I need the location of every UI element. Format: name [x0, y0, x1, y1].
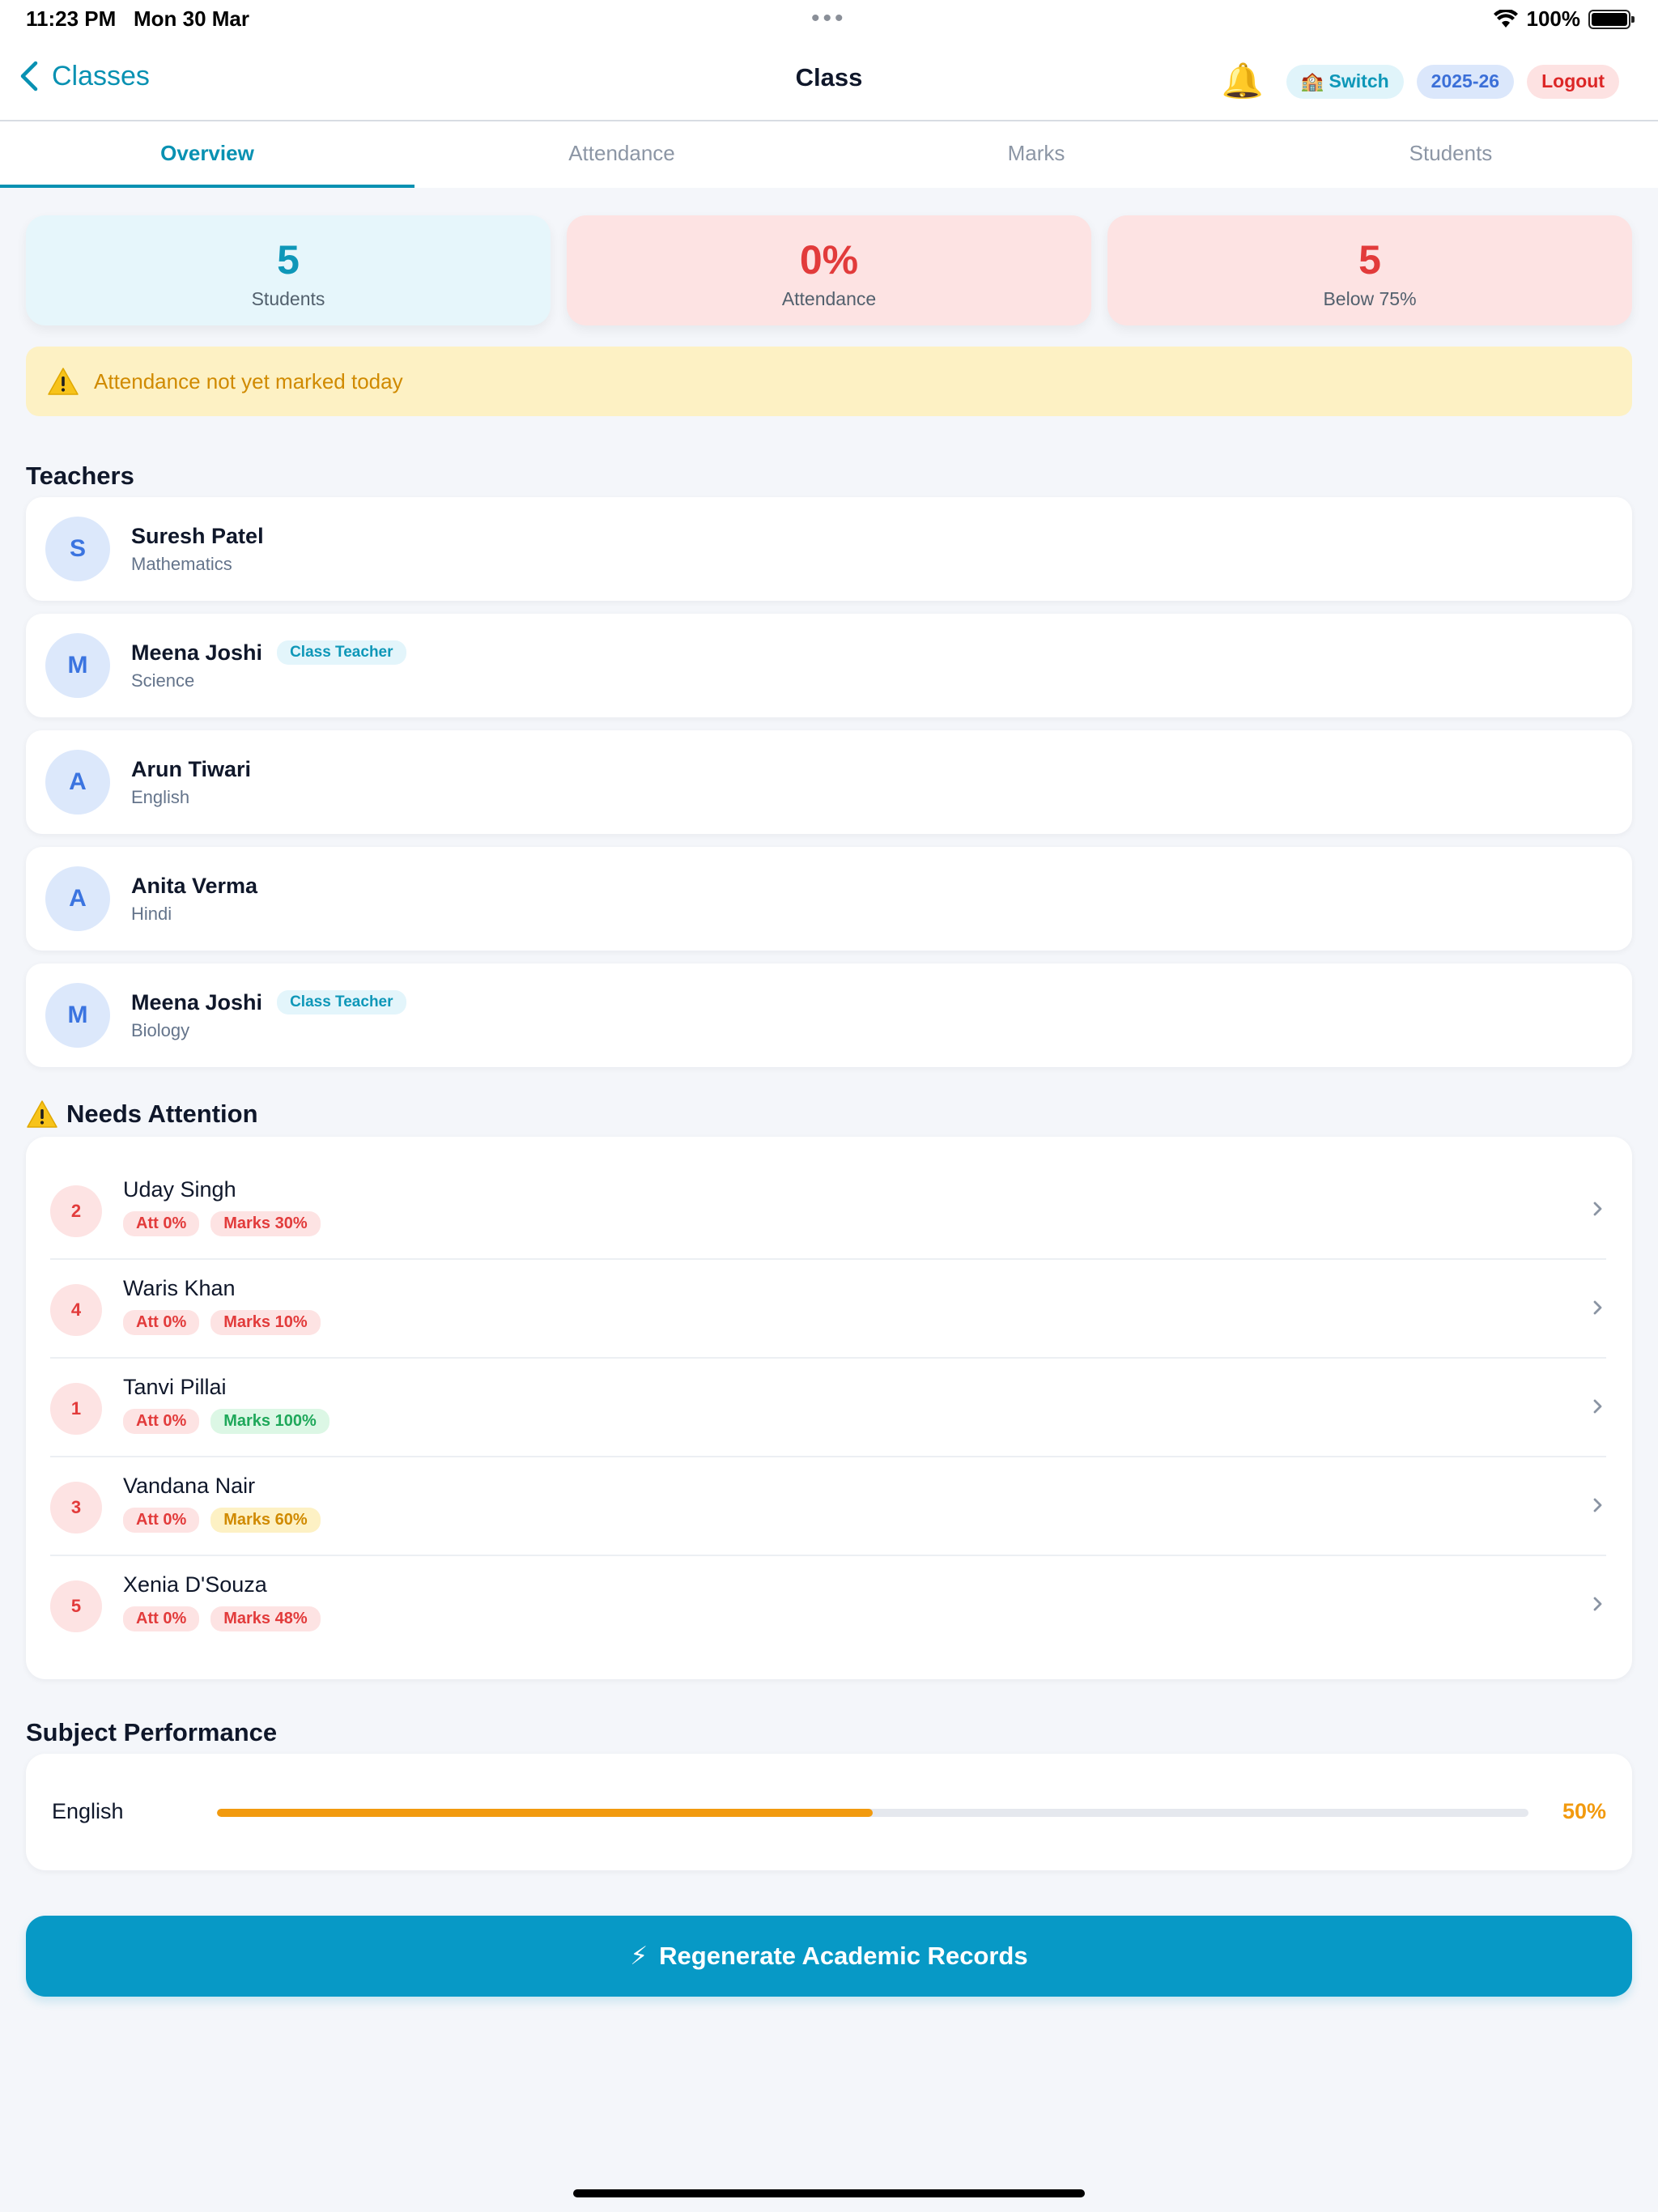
needs-attention-list: 2 Uday Singh Att 0% Marks 30% 4 Waris Kh… [26, 1137, 1632, 1679]
warning-icon [27, 1100, 57, 1128]
warning-text: Attendance not yet marked today [94, 368, 403, 393]
multitasking-dots-icon[interactable]: ••• [811, 5, 847, 32]
wifi-icon [1493, 9, 1518, 28]
list-item[interactable]: 3 Vandana Nair Att 0% Marks 60% [50, 1457, 1606, 1556]
teacher-subject: Science [131, 670, 195, 691]
subject-performance-card: English 50% [26, 1754, 1632, 1870]
teacher-subject: Mathematics [131, 553, 232, 574]
subject-name: English [52, 1799, 124, 1823]
status-time: 11:23 PM Mon 30 Mar [26, 6, 249, 31]
marks-tag: Marks 30% [210, 1211, 321, 1236]
attendance-tag: Att 0% [123, 1310, 200, 1335]
stat-label: Below 75% [1323, 288, 1417, 309]
attendance-tag: Att 0% [123, 1606, 200, 1631]
stat-card-attendance: 0% Attendance [567, 215, 1091, 325]
rank-badge: 2 [50, 1185, 102, 1237]
subject-performance-heading: Subject Performance [26, 1718, 278, 1746]
chevron-right-icon [1593, 1202, 1602, 1216]
attendance-tag: Att 0% [123, 1211, 200, 1236]
avatar: A [45, 750, 110, 815]
stat-value: 5 [1358, 237, 1381, 283]
stat-value: 5 [277, 237, 300, 283]
teacher-subject: English [131, 786, 190, 807]
list-item[interactable]: 2 Uday Singh Att 0% Marks 30% [50, 1161, 1606, 1260]
battery-percent: 100% [1526, 6, 1581, 31]
marks-tag: Marks 48% [210, 1606, 321, 1631]
teacher-card: M Meena Joshi Class Teacher Biology [26, 963, 1632, 1067]
student-name: Waris Khan [123, 1276, 236, 1300]
back-button[interactable]: Classes [18, 60, 150, 92]
back-label: Classes [52, 60, 150, 91]
teacher-name: Anita Verma [131, 873, 258, 898]
marks-tag: Marks 60% [210, 1508, 321, 1533]
stat-label: Students [251, 288, 325, 309]
chevron-right-icon [1593, 1300, 1602, 1315]
tab-marks[interactable]: Marks [829, 121, 1244, 188]
chevron-right-icon [1593, 1498, 1602, 1512]
student-name: Xenia D'Souza [123, 1572, 267, 1597]
warning-icon [48, 368, 79, 395]
status-indicators: 100% [1493, 6, 1635, 32]
stat-value: 0% [799, 237, 859, 283]
subject-percent: 50% [1562, 1799, 1606, 1823]
rank-badge: 3 [50, 1482, 102, 1534]
rank-badge: 5 [50, 1580, 102, 1632]
navigation-bar: Classes Class 🔔 🏫 Switch 2025-26 Logout [0, 39, 1658, 121]
teacher-card: S Suresh Patel Mathematics [26, 497, 1632, 601]
attendance-warning-banner: Attendance not yet marked today [26, 347, 1632, 416]
student-name: Vandana Nair [123, 1474, 256, 1498]
needs-attention-heading: Needs Attention [26, 1100, 258, 1129]
student-name: Tanvi Pillai [123, 1375, 227, 1399]
battery-icon [1588, 9, 1635, 29]
tab-bar: Overview Attendance Marks Students [0, 121, 1658, 188]
avatar: M [45, 633, 110, 698]
teacher-subject: Hindi [131, 903, 172, 924]
stat-label: Attendance [781, 288, 877, 309]
logout-button[interactable]: Logout [1527, 64, 1619, 99]
school-icon: 🏫 [1300, 70, 1324, 91]
list-item[interactable]: 5 Xenia D'Souza Att 0% Marks 48% [50, 1556, 1606, 1655]
avatar: A [45, 866, 110, 931]
chevron-left-icon [20, 61, 38, 91]
progress-fill [217, 1809, 873, 1817]
avatar: M [45, 983, 110, 1048]
tab-attendance[interactable]: Attendance [414, 121, 829, 188]
class-teacher-badge: Class Teacher [277, 990, 406, 1015]
list-item[interactable]: 4 Waris Khan Att 0% Marks 10% [50, 1260, 1606, 1359]
rank-badge: 4 [50, 1284, 102, 1336]
status-bar: 11:23 PM Mon 30 Mar ••• 100% [0, 0, 1658, 39]
chevron-right-icon [1593, 1597, 1602, 1611]
rank-badge: 1 [50, 1383, 102, 1435]
chevron-right-icon [1593, 1399, 1602, 1414]
attendance-tag: Att 0% [123, 1508, 200, 1533]
marks-tag: Marks 10% [210, 1310, 321, 1335]
progress-track [217, 1809, 1528, 1817]
bell-icon[interactable]: 🔔 [1222, 62, 1264, 101]
switch-button[interactable]: 🏫 Switch [1286, 64, 1404, 99]
student-name: Uday Singh [123, 1177, 236, 1202]
regenerate-records-button[interactable]: ⚡ Regenerate Academic Records [26, 1916, 1632, 1997]
lightning-icon: ⚡ [630, 1942, 648, 1970]
teacher-card: A Anita Verma Hindi [26, 847, 1632, 951]
stat-card-below-75: 5 Below 75% [1107, 215, 1632, 325]
teacher-card: M Meena Joshi Class Teacher Science [26, 614, 1632, 717]
academic-year-button[interactable]: 2025-26 [1416, 64, 1515, 99]
teacher-name: Meena Joshi [131, 989, 263, 1015]
tab-students[interactable]: Students [1244, 121, 1658, 188]
teachers-heading: Teachers [26, 462, 134, 490]
attendance-tag: Att 0% [123, 1409, 200, 1434]
stats-row: 5 Students 0% Attendance 5 Below 75% [26, 215, 1632, 325]
tab-overview[interactable]: Overview [0, 121, 414, 188]
teacher-card: A Arun Tiwari English [26, 730, 1632, 834]
home-indicator[interactable] [573, 2189, 1085, 2197]
avatar: S [45, 517, 110, 581]
list-item[interactable]: 1 Tanvi Pillai Att 0% Marks 100% [50, 1359, 1606, 1457]
marks-tag: Marks 100% [210, 1409, 329, 1434]
teacher-name: Meena Joshi [131, 640, 263, 665]
stat-card-students: 5 Students [26, 215, 551, 325]
class-teacher-badge: Class Teacher [277, 640, 406, 665]
teacher-subject: Biology [131, 1019, 190, 1040]
teacher-name: Suresh Patel [131, 523, 264, 548]
teacher-name: Arun Tiwari [131, 756, 252, 781]
